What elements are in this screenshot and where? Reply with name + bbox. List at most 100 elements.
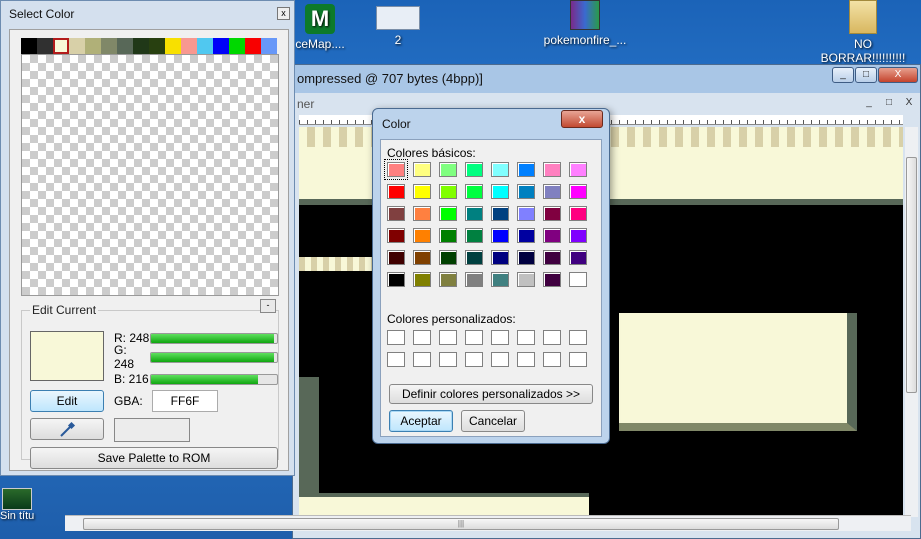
maximize-button[interactable]: □ (855, 67, 877, 83)
desktop-icon-archive[interactable]: pokemonfire_... (540, 0, 630, 47)
custom-color-cell[interactable] (569, 352, 587, 367)
basic-color-cell[interactable] (517, 206, 535, 221)
basic-color-cell[interactable] (517, 250, 535, 265)
basic-color-cell[interactable] (387, 250, 405, 265)
eyedropper-button[interactable] (30, 418, 104, 440)
basic-color-cell[interactable] (569, 250, 587, 265)
basic-color-cell[interactable] (387, 184, 405, 199)
save-palette-button[interactable]: Save Palette to ROM (30, 447, 278, 469)
palette-swatch[interactable] (213, 38, 229, 54)
vertical-scroll-thumb[interactable] (906, 157, 917, 393)
basic-color-cell[interactable] (384, 159, 408, 180)
green-slider[interactable] (150, 351, 278, 363)
basic-color-cell[interactable] (387, 228, 405, 243)
custom-color-cell[interactable] (543, 330, 561, 345)
basic-color-cell[interactable] (517, 272, 535, 287)
basic-color-cell[interactable] (491, 272, 509, 287)
close-button[interactable]: x (561, 110, 603, 128)
basic-color-cell[interactable] (439, 228, 457, 243)
basic-color-cell[interactable] (517, 162, 535, 177)
palette-swatch[interactable] (133, 38, 149, 54)
basic-color-cell[interactable] (543, 162, 561, 177)
palette-swatch[interactable] (261, 38, 277, 54)
custom-color-cell[interactable] (465, 352, 483, 367)
inner-minimize-button[interactable]: _ (860, 95, 878, 110)
custom-color-cell[interactable] (413, 352, 431, 367)
basic-color-cell[interactable] (569, 184, 587, 199)
custom-color-cell[interactable] (491, 352, 509, 367)
basic-color-cell[interactable] (569, 272, 587, 287)
custom-color-cell[interactable] (465, 330, 483, 345)
basic-color-cell[interactable] (413, 206, 431, 221)
inner-close-button[interactable]: X (900, 95, 918, 110)
minimize-button[interactable]: _ (832, 67, 854, 83)
custom-color-cell[interactable] (387, 330, 405, 345)
palette-swatch[interactable] (53, 38, 69, 54)
horizontal-scrollbar[interactable]: ||| (65, 515, 911, 531)
custom-color-cell[interactable] (387, 352, 405, 367)
custom-color-cell[interactable] (517, 330, 535, 345)
palette-swatch[interactable] (101, 38, 117, 54)
basic-color-cell[interactable] (517, 184, 535, 199)
basic-color-cell[interactable] (413, 250, 431, 265)
horizontal-scroll-thumb[interactable]: ||| (83, 518, 839, 530)
custom-color-cell[interactable] (413, 330, 431, 345)
custom-color-cell[interactable] (439, 330, 457, 345)
basic-color-cell[interactable] (413, 228, 431, 243)
palette-swatch[interactable] (69, 38, 85, 54)
basic-color-cell[interactable] (465, 206, 483, 221)
basic-color-cell[interactable] (465, 184, 483, 199)
basic-color-cell[interactable] (439, 184, 457, 199)
basic-color-cell[interactable] (491, 228, 509, 243)
desktop-icon-image[interactable]: Sin títu (0, 484, 36, 539)
basic-color-cell[interactable] (465, 162, 483, 177)
custom-color-cell[interactable] (569, 330, 587, 345)
palette-swatch[interactable] (229, 38, 245, 54)
basic-color-cell[interactable] (543, 228, 561, 243)
basic-color-cell[interactable] (543, 206, 561, 221)
basic-color-cell[interactable] (491, 206, 509, 221)
accept-button[interactable]: Aceptar (389, 410, 453, 432)
define-custom-colors-button[interactable]: Definir colores personalizados >> (389, 384, 593, 404)
basic-color-cell[interactable] (439, 272, 457, 287)
basic-color-cell[interactable] (465, 228, 483, 243)
palette-swatch[interactable] (149, 38, 165, 54)
basic-color-cell[interactable] (569, 162, 587, 177)
inner-maximize-button[interactable]: □ (880, 95, 898, 110)
red-slider[interactable] (150, 332, 278, 344)
palette-swatch[interactable] (181, 38, 197, 54)
desktop-icon-folder[interactable]: NO BORRAR!!!!!!!!!! (820, 0, 906, 65)
basic-color-cell[interactable] (543, 184, 561, 199)
custom-color-cell[interactable] (543, 352, 561, 367)
basic-color-cell[interactable] (491, 184, 509, 199)
collapse-button[interactable]: - (260, 299, 276, 313)
basic-color-cell[interactable] (465, 272, 483, 287)
custom-color-cell[interactable] (439, 352, 457, 367)
basic-color-cell[interactable] (543, 250, 561, 265)
palette-swatch[interactable] (85, 38, 101, 54)
basic-color-cell[interactable] (439, 206, 457, 221)
sprite-preview-canvas[interactable] (21, 54, 279, 296)
basic-color-cell[interactable] (387, 272, 405, 287)
basic-color-cell[interactable] (413, 162, 431, 177)
blue-slider[interactable] (150, 373, 278, 385)
basic-color-cell[interactable] (517, 228, 535, 243)
desktop-icon-window[interactable]: 2 (368, 6, 428, 47)
edit-button[interactable]: Edit (30, 390, 104, 412)
basic-color-cell[interactable] (491, 162, 509, 177)
custom-color-cell[interactable] (491, 330, 509, 345)
basic-color-cell[interactable] (439, 250, 457, 265)
custom-color-cell[interactable] (517, 352, 535, 367)
palette-swatch[interactable] (117, 38, 133, 54)
basic-color-cell[interactable] (569, 206, 587, 221)
palette-swatch[interactable] (37, 38, 53, 54)
basic-color-cell[interactable] (465, 250, 483, 265)
palette-swatch[interactable] (165, 38, 181, 54)
basic-color-cell[interactable] (569, 228, 587, 243)
palette-swatch[interactable] (21, 38, 37, 54)
close-button[interactable]: x (277, 7, 290, 20)
basic-color-cell[interactable] (413, 184, 431, 199)
vertical-scrollbar[interactable] (905, 127, 918, 517)
close-button[interactable]: X (878, 67, 918, 83)
palette-swatch[interactable] (197, 38, 213, 54)
